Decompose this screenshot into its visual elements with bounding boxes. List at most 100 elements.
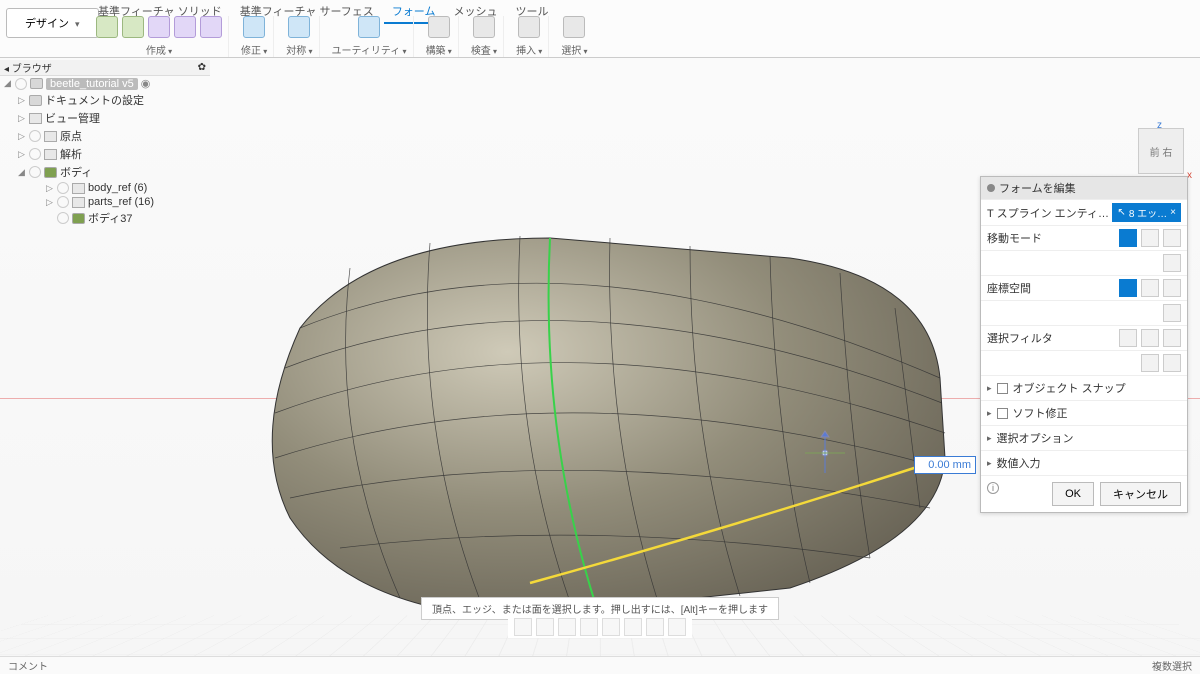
comments-button[interactable]: コメント — [8, 658, 48, 673]
group-insert-label: 挿入 — [516, 42, 542, 57]
visibility-toggle[interactable] — [29, 148, 41, 160]
entity-label: T スプライン エンティ… — [987, 205, 1109, 221]
tree-item[interactable]: ドキュメントの設定 — [45, 92, 144, 108]
section-sel-options[interactable]: 選択オプション — [981, 425, 1187, 450]
move-mode-label: 移動モード — [987, 230, 1042, 246]
create-cylinder-icon[interactable] — [148, 16, 170, 38]
status-bar: コメント 複数選択 — [0, 656, 1200, 674]
tree-item[interactable]: 原点 — [60, 128, 82, 144]
checkbox[interactable] — [997, 408, 1008, 419]
tree-toggle[interactable]: ▷ — [46, 197, 54, 208]
tspline-body[interactable] — [230, 188, 960, 638]
filter-edge-icon[interactable] — [1141, 329, 1159, 347]
component-icon — [30, 78, 43, 89]
design-workspace-button[interactable]: デザイン — [6, 8, 99, 38]
coord-space-label: 座標空間 — [987, 280, 1031, 296]
select-icon[interactable] — [563, 16, 585, 38]
bodies-folder-icon — [44, 167, 57, 178]
group-modify-label: 修正 — [241, 42, 267, 57]
visibility-toggle[interactable] — [29, 166, 41, 178]
visibility-toggle[interactable] — [15, 78, 27, 90]
visibility-toggle[interactable] — [29, 130, 41, 142]
viewports-icon[interactable] — [668, 618, 686, 636]
display-icon[interactable] — [624, 618, 642, 636]
tree-toggle[interactable]: ▷ — [46, 183, 54, 194]
folder-icon — [44, 131, 57, 142]
tree-toggle[interactable]: ▷ — [18, 149, 26, 160]
group-select-label: 選択 — [561, 42, 587, 57]
create-box-icon[interactable] — [96, 16, 118, 38]
visibility-toggle[interactable] — [57, 182, 69, 194]
orbit-icon[interactable] — [514, 618, 532, 636]
filter-body-icon[interactable] — [1141, 354, 1159, 372]
dimension-field[interactable] — [914, 456, 976, 474]
utility-icon[interactable] — [358, 16, 380, 38]
browser-tree: ◢ beetle_tutorial v5 ◉ ▷ ドキュメントの設定 ▷ ビュー管理… — [4, 76, 214, 227]
create-torus-icon[interactable] — [200, 16, 222, 38]
clear-selection-icon[interactable]: × — [1170, 207, 1176, 218]
tree-toggle[interactable]: ▷ — [18, 95, 26, 106]
look-icon[interactable] — [602, 618, 620, 636]
tree-toggle[interactable]: ▷ — [18, 131, 26, 142]
pan-icon[interactable] — [536, 618, 554, 636]
zoom-icon[interactable] — [558, 618, 576, 636]
ok-button[interactable]: OK — [1052, 482, 1094, 506]
edit-form-icon[interactable] — [243, 16, 265, 38]
body-icon — [72, 213, 85, 224]
construct-icon[interactable] — [428, 16, 450, 38]
symmetry-icon[interactable] — [288, 16, 310, 38]
tree-item[interactable]: parts_ref (16) — [88, 196, 154, 208]
browser-settings-icon[interactable]: ✿ — [198, 62, 206, 73]
context-icon[interactable]: ◉ — [141, 77, 151, 90]
move-mode-3-icon[interactable] — [1163, 229, 1181, 247]
folder-icon — [44, 149, 57, 160]
create-plane-icon[interactable] — [122, 16, 144, 38]
fit-icon[interactable] — [580, 618, 598, 636]
move-mode-2-icon[interactable] — [1141, 229, 1159, 247]
group-inspect-label: 検査 — [471, 42, 497, 57]
filter-vertex-icon[interactable] — [1119, 329, 1137, 347]
section-object-snap[interactable]: オブジェクト スナップ — [981, 375, 1187, 400]
selection-mode-label: 複数選択 — [1152, 658, 1192, 673]
visibility-toggle[interactable] — [57, 196, 69, 208]
edit-form-panel: フォームを編集 T スプライン エンティ… ↖ 8 エッ… × 移動モード 座標… — [980, 176, 1188, 513]
insert-icon[interactable] — [518, 16, 540, 38]
checkbox[interactable] — [997, 383, 1008, 394]
filter-face-icon[interactable] — [1163, 329, 1181, 347]
tree-bodies-label[interactable]: ボディ — [60, 164, 92, 180]
selection-chip[interactable]: ↖ 8 エッ… × — [1112, 203, 1181, 222]
tree-item[interactable]: ボディ37 — [88, 210, 132, 226]
group-symmetry-label: 対称 — [286, 42, 312, 57]
panel-dot-icon — [987, 184, 995, 192]
section-numeric-input[interactable]: 数値入力 — [981, 450, 1187, 475]
coord-extra-icon[interactable] — [1163, 304, 1181, 322]
move-mode-1-icon[interactable] — [1119, 229, 1137, 247]
tree-item[interactable]: 解析 — [60, 146, 82, 162]
coord-1-icon[interactable] — [1119, 279, 1137, 297]
browser-header: ◂ ブラウザ ✿ — [0, 60, 210, 76]
tree-item[interactable]: ビュー管理 — [45, 110, 100, 126]
section-soft-mod[interactable]: ソフト修正 — [981, 400, 1187, 425]
tree-toggle[interactable]: ◢ — [4, 78, 12, 89]
group-construct-label: 構築 — [426, 42, 452, 57]
tree-toggle[interactable]: ◢ — [18, 167, 26, 178]
move-extra-icon[interactable] — [1163, 254, 1181, 272]
view-cube[interactable]: 前 右 — [1138, 128, 1184, 174]
tree-toggle[interactable]: ▷ — [18, 113, 26, 124]
grid-icon[interactable] — [646, 618, 664, 636]
folder-icon — [72, 197, 85, 208]
coord-3-icon[interactable] — [1163, 279, 1181, 297]
filter-all-icon[interactable] — [1163, 354, 1181, 372]
inspect-icon[interactable] — [473, 16, 495, 38]
tree-root-label[interactable]: beetle_tutorial v5 — [46, 78, 138, 90]
group-create-label: 作成 — [146, 42, 172, 57]
tree-item[interactable]: body_ref (6) — [88, 182, 147, 194]
coord-2-icon[interactable] — [1141, 279, 1159, 297]
panel-header[interactable]: フォームを編集 — [981, 177, 1187, 199]
visibility-toggle[interactable] — [57, 212, 69, 224]
gear-icon — [29, 95, 42, 106]
cancel-button[interactable]: キャンセル — [1100, 482, 1181, 506]
create-sphere-icon[interactable] — [174, 16, 196, 38]
info-icon[interactable]: i — [987, 482, 999, 494]
group-utility-label: ユーティリティ — [332, 42, 407, 57]
